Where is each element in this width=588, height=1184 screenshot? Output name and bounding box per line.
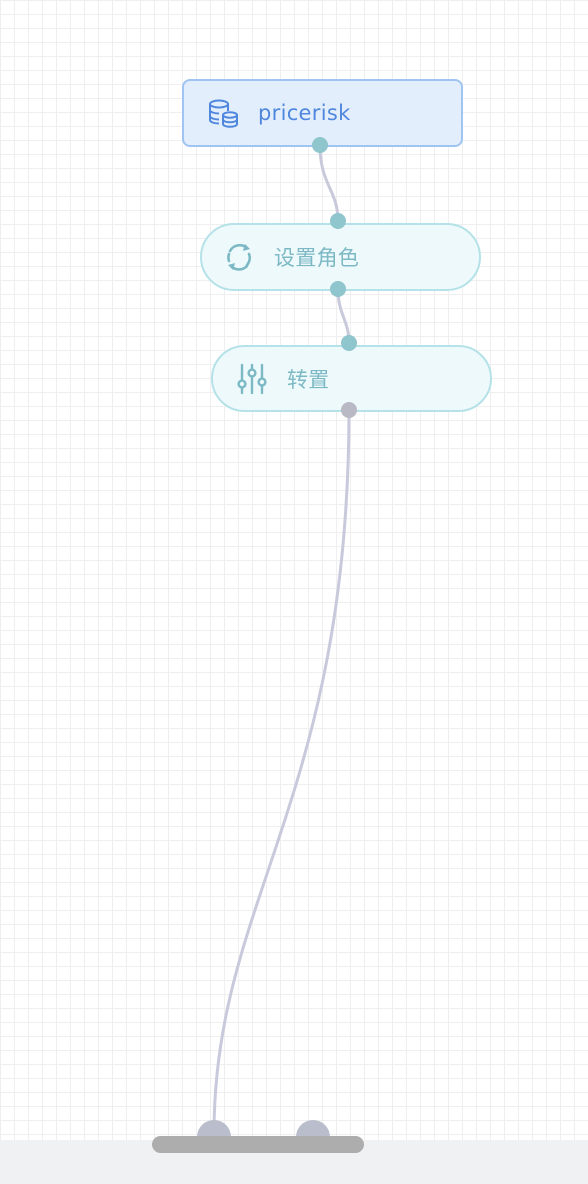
database-icon — [206, 96, 240, 130]
output-port-pivot[interactable] — [341, 402, 357, 418]
workflow-canvas[interactable]: pricerisk 设置角色 转置 — [0, 0, 588, 1184]
output-node-collapsed[interactable] — [152, 1136, 364, 1153]
input-port-pivot[interactable] — [341, 335, 357, 351]
edge-pivot-to-output[interactable] — [212, 409, 351, 1134]
node-label: pricerisk — [258, 101, 351, 125]
node-label: 转置 — [287, 367, 330, 392]
edge-source-to-set-role[interactable] — [318, 144, 340, 222]
input-port-set-role[interactable] — [330, 213, 346, 229]
output-port-set-role[interactable] — [330, 281, 346, 297]
refresh-icon — [222, 240, 256, 274]
edges-layer — [212, 144, 351, 1134]
node-label: 设置角色 — [274, 246, 360, 270]
sliders-icon — [235, 362, 269, 396]
output-port-pricerisk[interactable] — [312, 137, 328, 153]
